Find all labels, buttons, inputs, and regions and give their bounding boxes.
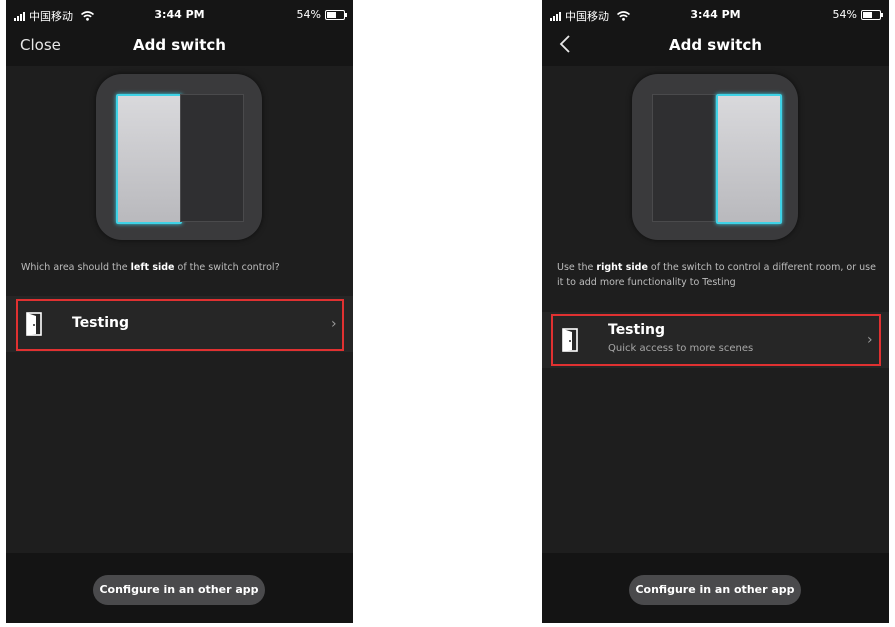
battery-icon [325, 9, 347, 20]
footer: Configure in an other app [542, 553, 889, 623]
phone-screen-left: 中国移动 3:44 PM 54% Close Add switch Which … [6, 0, 353, 623]
footer: Configure in an other app [6, 553, 353, 623]
nav-bar: Add switch [542, 30, 889, 66]
switch-illustration [542, 66, 889, 252]
battery-percent: 54% [832, 8, 857, 21]
left-rocker-active [116, 94, 182, 224]
page-title: Add switch [669, 36, 762, 54]
highlight-box [551, 314, 881, 366]
battery-percent: 54% [296, 8, 321, 21]
highlight-box [16, 299, 344, 351]
page-title: Add switch [133, 36, 226, 54]
phone-screen-right: 中国移动 3:44 PM 54% Add switch Use the righ… [542, 0, 889, 623]
switch-illustration [6, 66, 353, 252]
configure-other-app-button[interactable]: Configure in an other app [629, 575, 801, 605]
switch-plate [96, 74, 262, 240]
instruction-text: Use the right side of the switch to cont… [557, 262, 876, 288]
status-bar: 中国移动 3:44 PM 54% [6, 0, 353, 30]
configure-other-app-button[interactable]: Configure in an other app [93, 575, 265, 605]
battery-icon [861, 9, 883, 20]
status-bar: 中国移动 3:44 PM 54% [542, 0, 889, 30]
right-rocker [180, 94, 244, 222]
switch-plate [632, 74, 798, 240]
instruction-text: Which area should the left side of the s… [21, 262, 280, 273]
left-rocker [652, 94, 716, 222]
right-rocker-active [716, 94, 782, 224]
nav-bar: Close Add switch [6, 30, 353, 66]
